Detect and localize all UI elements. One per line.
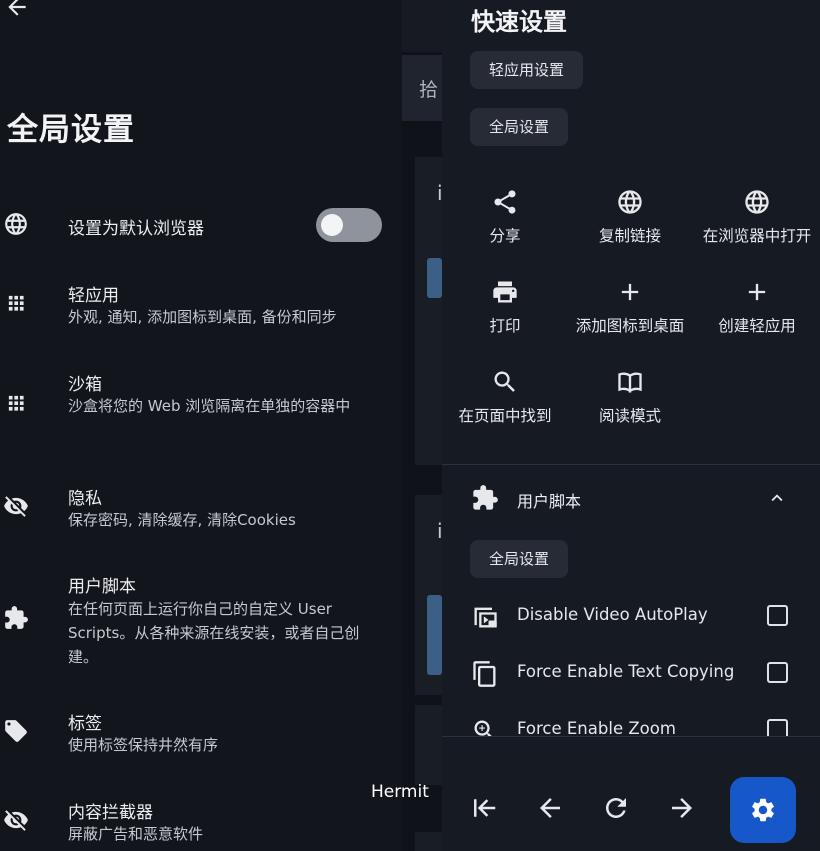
action-label: 打印 bbox=[489, 317, 521, 335]
row-title: 内容拦截器 bbox=[68, 803, 153, 823]
light-app-settings-chip[interactable]: 轻应用设置 bbox=[470, 51, 584, 89]
section-divider bbox=[442, 464, 820, 465]
background-thumbnail bbox=[427, 595, 442, 675]
script-name: Force Enable Zoom bbox=[517, 719, 676, 736]
row-subtitle: 使用标签保持井然有序 bbox=[68, 736, 219, 754]
share-action[interactable]: 分享 bbox=[442, 188, 568, 246]
sandbox-row[interactable]: 沙箱 沙盒将您的 Web 浏览隔离在单独的容器中 bbox=[0, 368, 402, 444]
globe-icon bbox=[745, 190, 769, 214]
plus-icon bbox=[621, 283, 639, 301]
tab-fragment: 拾 bbox=[419, 79, 439, 101]
action-label: 在页面中找到 bbox=[458, 407, 552, 425]
bottom-nav-bar bbox=[442, 736, 820, 851]
tags-row[interactable]: 标签 使用标签保持井然有序 bbox=[0, 707, 402, 763]
user-scripts-row[interactable]: 用户脚本 在任何页面上运行你自己的自定义 User Scripts。从各种来源在… bbox=[0, 570, 402, 670]
reader-mode-action[interactable]: 阅读模式 bbox=[567, 368, 693, 426]
settings-fab[interactable] bbox=[730, 777, 796, 843]
puzzle-icon bbox=[5, 606, 28, 629]
default-browser-toggle[interactable] bbox=[316, 208, 382, 242]
settings-gear-icon bbox=[752, 798, 774, 822]
row-subtitle: 沙盒将您的 Web 浏览隔离在单独的容器中 bbox=[68, 397, 351, 415]
forward-arrow-icon[interactable] bbox=[667, 793, 697, 823]
background-card bbox=[415, 705, 442, 785]
quick-settings-title: 快速设置 bbox=[471, 8, 567, 36]
zoom-in-icon bbox=[474, 720, 492, 736]
action-label: 复制链接 bbox=[598, 227, 661, 245]
eye-off-icon bbox=[4, 810, 28, 831]
script-name: Disable Video AutoPlay bbox=[517, 605, 708, 624]
apps-grid-icon bbox=[8, 395, 24, 411]
quick-settings-panel: 快速设置 轻应用设置 全局设置 分享 复制链接 在浏览器中打开 打印 添加图标到… bbox=[442, 0, 820, 851]
global-settings-panel: 全局设置 设置为默认浏览器 轻应用 外观, 通知, 添加图标到桌面, 备份和同步… bbox=[0, 0, 402, 851]
action-label: 阅读模式 bbox=[598, 407, 661, 425]
script-row[interactable]: Force Enable Zoom bbox=[442, 711, 820, 736]
row-title: 标签 bbox=[68, 714, 102, 734]
background-card bbox=[415, 365, 442, 465]
copy-link-action[interactable]: 复制链接 bbox=[567, 188, 693, 246]
content-blocker-row[interactable]: 内容拦截器 屏蔽广告和恶意软件 bbox=[0, 796, 402, 851]
page-title: 全局设置 bbox=[7, 112, 135, 148]
row-title: 设置为默认浏览器 bbox=[68, 219, 204, 239]
user-scripts-header[interactable]: 用户脚本 bbox=[517, 488, 581, 512]
find-in-page-action[interactable]: 在页面中找到 bbox=[442, 368, 568, 426]
first-page-icon[interactable] bbox=[469, 793, 499, 823]
script-checkbox[interactable] bbox=[767, 719, 788, 736]
hermit-label: Hermit bbox=[371, 782, 429, 802]
globe-icon bbox=[618, 190, 642, 214]
book-icon bbox=[618, 372, 642, 393]
video-lock-icon bbox=[474, 607, 497, 628]
share-icon bbox=[494, 190, 516, 214]
action-label: 分享 bbox=[489, 227, 521, 245]
script-row[interactable]: Force Enable Text Copying bbox=[442, 654, 820, 694]
background-thumbnail bbox=[427, 258, 442, 298]
script-name: Force Enable Text Copying bbox=[517, 662, 735, 681]
back-arrow-icon[interactable] bbox=[4, 0, 30, 20]
row-title: 轻应用 bbox=[68, 286, 119, 306]
add-to-home-action[interactable]: 添加图标到桌面 bbox=[567, 278, 693, 336]
light-apps-row[interactable]: 轻应用 外观, 通知, 添加图标到桌面, 备份和同步 bbox=[0, 278, 402, 334]
script-checkbox[interactable] bbox=[767, 662, 788, 683]
row-subtitle: 在任何页面上运行你自己的自定义 User Scripts。从各种来源在线安装，或… bbox=[68, 600, 360, 666]
action-label: 创建轻应用 bbox=[718, 317, 796, 335]
script-row[interactable]: Disable Video AutoPlay bbox=[442, 597, 820, 637]
plus-icon bbox=[748, 283, 766, 301]
apps-grid-icon bbox=[8, 295, 24, 311]
action-label: 在浏览器中打开 bbox=[702, 227, 812, 245]
open-in-browser-action[interactable]: 在浏览器中打开 bbox=[694, 188, 820, 246]
print-action[interactable]: 打印 bbox=[442, 278, 568, 336]
create-light-app-action[interactable]: 创建轻应用 bbox=[694, 278, 820, 336]
print-icon bbox=[493, 281, 517, 303]
global-settings-chip[interactable]: 全局设置 bbox=[470, 108, 569, 146]
action-label: 添加图标到桌面 bbox=[575, 317, 685, 335]
refresh-icon[interactable] bbox=[601, 793, 631, 823]
row-subtitle: 外观, 通知, 添加图标到桌面, 备份和同步 bbox=[68, 308, 337, 326]
back-arrow-icon[interactable] bbox=[535, 793, 565, 823]
row-subtitle: 保存密码, 清除缓存, 清除Cookies bbox=[68, 511, 296, 529]
tag-icon bbox=[5, 720, 27, 742]
puzzle-icon bbox=[473, 485, 498, 510]
globe-icon bbox=[5, 213, 27, 235]
background-tab: 拾 bbox=[402, 55, 442, 121]
chevron-up-icon[interactable] bbox=[766, 487, 788, 509]
privacy-row[interactable]: 隐私 保存密码, 清除缓存, 清除Cookies bbox=[0, 482, 402, 538]
row-title: 隐私 bbox=[68, 489, 102, 509]
background-browser: 拾 i i bbox=[402, 0, 443, 851]
toggle-knob bbox=[321, 214, 343, 236]
scripts-global-settings-chip[interactable]: 全局设置 bbox=[470, 540, 569, 578]
row-subtitle: 屏蔽广告和恶意软件 bbox=[68, 825, 204, 843]
copy-icon bbox=[473, 661, 496, 687]
row-title: 用户脚本 bbox=[68, 577, 136, 597]
script-checkbox[interactable] bbox=[767, 605, 788, 626]
search-icon bbox=[494, 371, 515, 392]
background-card bbox=[415, 832, 442, 851]
row-title: 沙箱 bbox=[68, 375, 102, 395]
background-toolbar bbox=[402, 0, 442, 52]
eye-off-icon bbox=[4, 496, 28, 517]
